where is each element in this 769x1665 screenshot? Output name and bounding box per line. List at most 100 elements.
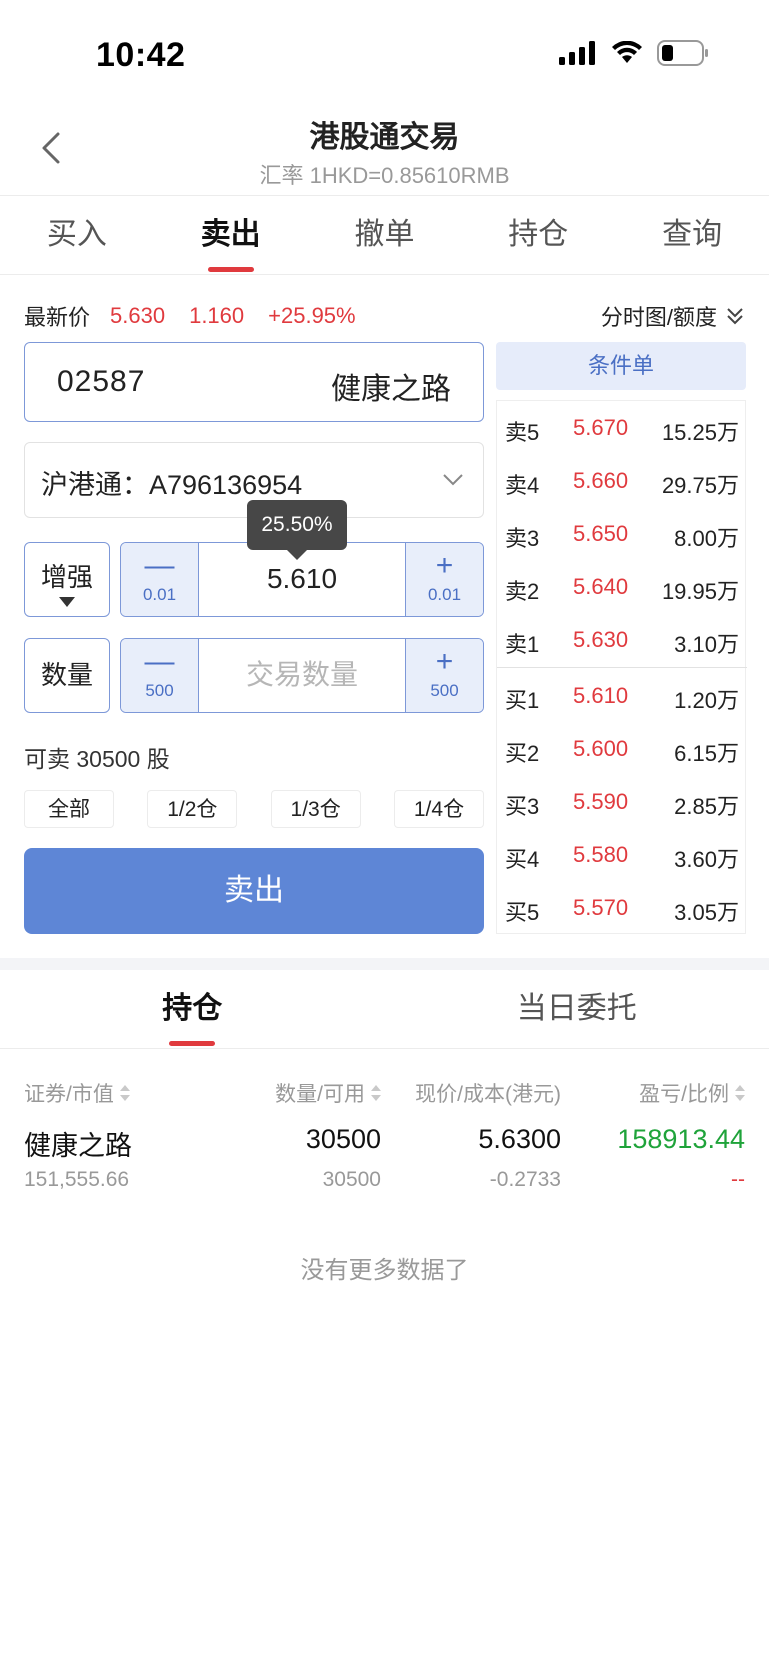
bid-level: 买4 — [505, 847, 540, 872]
holding-name: 健康之路 — [24, 1131, 132, 1161]
sort-icon — [119, 1084, 130, 1102]
tab-holdings[interactable]: 持仓 — [0, 970, 385, 1048]
section-separator — [0, 958, 769, 970]
bid-price: 5.570 — [573, 895, 629, 920]
chart-quota-toggle[interactable]: 分时图/额度 — [601, 300, 745, 332]
holding-cost: -0.2733 — [489, 1168, 561, 1191]
trade-tabs: 买入 卖出 撤单 持仓 查询 — [0, 196, 769, 274]
bid-level: 买3 — [505, 794, 540, 819]
ask-level: 卖5 — [505, 420, 540, 445]
quantity-decrease-button[interactable]: — 500 — [121, 639, 199, 712]
holding-available: 30500 — [322, 1168, 381, 1191]
quantity-step-plus: 500 — [430, 681, 459, 700]
ask-volume: 15.25万 — [661, 420, 739, 445]
ask-row[interactable]: 卖4 5.660 29.75万 — [497, 454, 747, 507]
ask-volume: 19.95万 — [661, 579, 739, 604]
ask-level: 卖1 — [505, 632, 540, 657]
bid-price: 5.610 — [573, 683, 629, 708]
price-decrease-button[interactable]: — 0.01 — [121, 543, 199, 616]
ask-level: 卖4 — [505, 473, 540, 498]
order-mode-select[interactable]: 增强 — [24, 542, 110, 617]
ask-price: 5.650 — [573, 521, 629, 546]
price-step-plus: 0.01 — [427, 585, 462, 604]
ask-price: 5.640 — [573, 574, 629, 599]
ask-volume: 29.75万 — [661, 473, 739, 498]
ask-row[interactable]: 卖2 5.640 19.95万 — [497, 560, 747, 613]
bid-row[interactable]: 买5 5.570 3.05万 — [497, 881, 747, 934]
tab-positions[interactable]: 持仓 — [461, 196, 615, 274]
status-time: 10:42 — [96, 36, 186, 74]
bid-price: 5.590 — [573, 789, 629, 814]
ask-price: 5.630 — [573, 627, 629, 652]
ask-row[interactable]: 卖1 5.630 3.10万 — [497, 613, 747, 666]
tab-cancel[interactable]: 撤单 — [308, 196, 462, 274]
bid-volume: 2.85万 — [674, 794, 739, 819]
chevron-down-icon — [443, 474, 463, 486]
bid-row[interactable]: 买1 5.610 1.20万 — [497, 669, 747, 722]
bid-level: 买1 — [505, 688, 540, 713]
bid-row[interactable]: 买4 5.580 3.60万 — [497, 828, 747, 881]
quantity-increase-button[interactable]: + 500 — [405, 639, 483, 712]
price-change-pct: +25.95% — [268, 303, 356, 328]
order-mode-label: 增强 — [40, 562, 93, 592]
tabs-divider — [0, 274, 769, 275]
latest-price: 5.630 — [110, 303, 166, 328]
account-value: 沪港通：A796136954 — [41, 470, 303, 500]
holding-quantity: 30500 — [305, 1124, 381, 1154]
header-price-cost: 现价/成本(港元) — [415, 1078, 561, 1108]
ask-volume: 3.10万 — [674, 632, 739, 657]
tab-buy[interactable]: 买入 — [0, 196, 154, 274]
latest-price-row: 最新价 5.630 1.160 +25.95% — [24, 300, 380, 332]
page-title: 港股通交易 — [309, 121, 460, 154]
minus-icon: — — [144, 645, 175, 678]
table-row[interactable]: 健康之路 151,555.66 30500 30500 5.6300 -0.27… — [24, 1124, 745, 1204]
holding-price: 5.6300 — [478, 1124, 561, 1154]
ratio-half-button[interactable]: 1/2仓 — [147, 790, 238, 828]
bid-row[interactable]: 买2 5.600 6.15万 — [497, 722, 747, 775]
ask-row[interactable]: 卖5 5.670 15.25万 — [497, 401, 747, 454]
stock-code-input[interactable]: 02587 健康之路 — [24, 342, 484, 422]
ask-row[interactable]: 卖3 5.650 8.00万 — [497, 507, 747, 560]
ask-price: 5.660 — [573, 468, 629, 493]
wifi-icon — [612, 41, 642, 63]
tab-query[interactable]: 查询 — [615, 196, 769, 274]
minus-icon: — — [144, 549, 175, 582]
quantity-stepper: — 500 交易数量 + 500 — [120, 638, 484, 713]
no-more-data: 没有更多数据了 — [300, 1257, 469, 1284]
plus-icon: + — [435, 645, 454, 678]
header-quantity-available-label: 数量/可用 — [275, 1083, 365, 1106]
conditional-order-button[interactable]: 条件单 — [496, 342, 746, 390]
ask-level: 卖2 — [505, 579, 540, 604]
bid-row[interactable]: 买3 5.590 2.85万 — [497, 775, 747, 828]
ask-price: 5.670 — [573, 415, 629, 440]
records-tabs: 持仓 当日委托 — [0, 970, 769, 1048]
triangle-down-icon — [59, 597, 75, 607]
ask-level: 卖3 — [505, 526, 540, 551]
header-quantity-available[interactable]: 数量/可用 — [275, 1078, 381, 1108]
header-price-cost-label: 现价/成本(港元) — [415, 1083, 561, 1106]
ratio-all-button[interactable]: 全部 — [24, 790, 114, 828]
chart-toggle-label: 分时图/额度 — [600, 305, 717, 330]
quantity-input[interactable]: 交易数量 — [199, 639, 405, 712]
header-security-value[interactable]: 证券/市值 — [24, 1078, 130, 1108]
holding-market-value: 151,555.66 — [24, 1168, 130, 1191]
stock-name: 健康之路 — [331, 373, 451, 406]
header-security-value-label: 证券/市值 — [24, 1083, 114, 1106]
bid-volume: 1.20万 — [674, 688, 739, 713]
plus-icon: + — [435, 549, 454, 582]
bid-price: 5.600 — [573, 736, 629, 761]
header-pnl-ratio-label: 盈亏/比例 — [639, 1083, 729, 1106]
holdings-table-header: 证券/市值 数量/可用 现价/成本(港元) 盈亏/比例 — [24, 1078, 745, 1108]
sort-icon — [735, 1084, 745, 1102]
tab-today-orders[interactable]: 当日委托 — [385, 970, 769, 1048]
ask-volume: 8.00万 — [674, 526, 739, 551]
holding-pnl: 158913.44 — [617, 1124, 745, 1154]
price-increase-button[interactable]: + 0.01 — [405, 543, 483, 616]
status-icons — [559, 40, 709, 66]
sell-button[interactable]: 卖出 — [24, 848, 484, 934]
ratio-third-button[interactable]: 1/3仓 — [270, 790, 361, 828]
header-pnl-ratio[interactable]: 盈亏/比例 — [639, 1078, 745, 1108]
ratio-quarter-button[interactable]: 1/4仓 — [393, 790, 484, 828]
tab-sell[interactable]: 卖出 — [154, 196, 308, 274]
bid-level: 买2 — [505, 741, 540, 766]
